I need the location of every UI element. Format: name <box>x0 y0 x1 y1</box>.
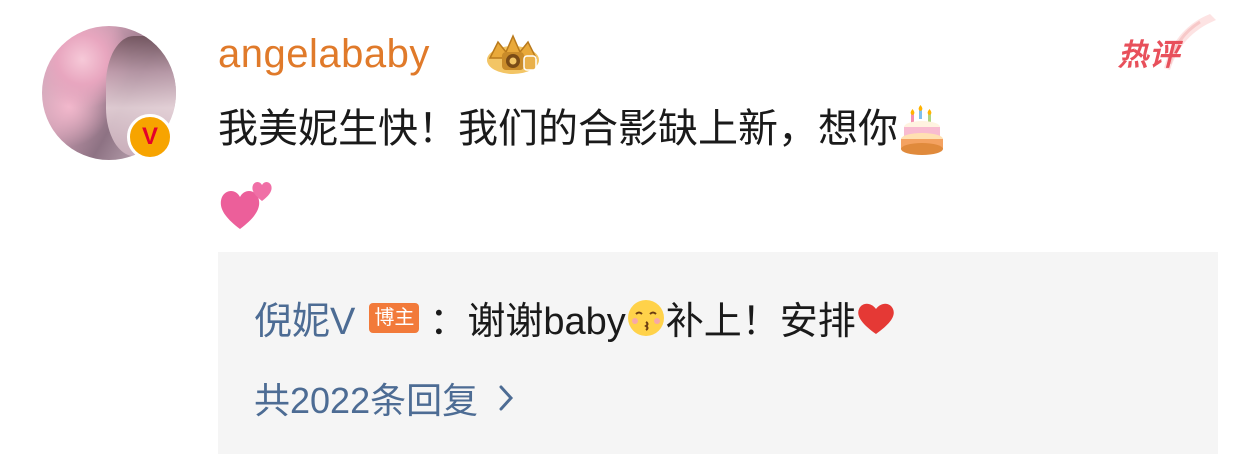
comment-username[interactable]: angelababy <box>218 32 430 77</box>
reply-preview-box[interactable]: 倪妮V 博主 ： 谢谢baby 补上！安排 共2022条回复 <box>218 252 1218 454</box>
red-heart-icon <box>858 303 894 334</box>
host-badge: 博主 <box>369 302 420 333</box>
reply-author[interactable]: 倪妮V <box>254 290 355 345</box>
comment-text: 我美妮生快！我们的合影缺上新，想你 <box>218 107 898 151</box>
crown-badge-icon <box>487 34 539 74</box>
reply-count-text: 共2022条回复 <box>254 380 479 421</box>
kiss-face-icon <box>627 299 664 336</box>
view-replies-link[interactable]: 共2022条回复 <box>254 372 514 424</box>
reply-text-part2: 补上！安排 <box>665 301 856 343</box>
comment-content: 我美妮生快！我们的合影缺上新，想你 <box>218 92 1198 240</box>
two-hearts-icon <box>220 182 272 230</box>
verified-badge-icon: V <box>127 114 173 160</box>
reply-line: 倪妮V 博主 ： 谢谢baby 补上！安排 <box>254 290 896 345</box>
chevron-right-icon <box>499 385 514 411</box>
reply-text-part1: 谢谢baby <box>467 301 626 343</box>
birthday-cake-icon <box>901 105 943 156</box>
reply-separator: ： <box>429 301 468 343</box>
hot-comment-tag: 热评 <box>1118 39 1180 72</box>
